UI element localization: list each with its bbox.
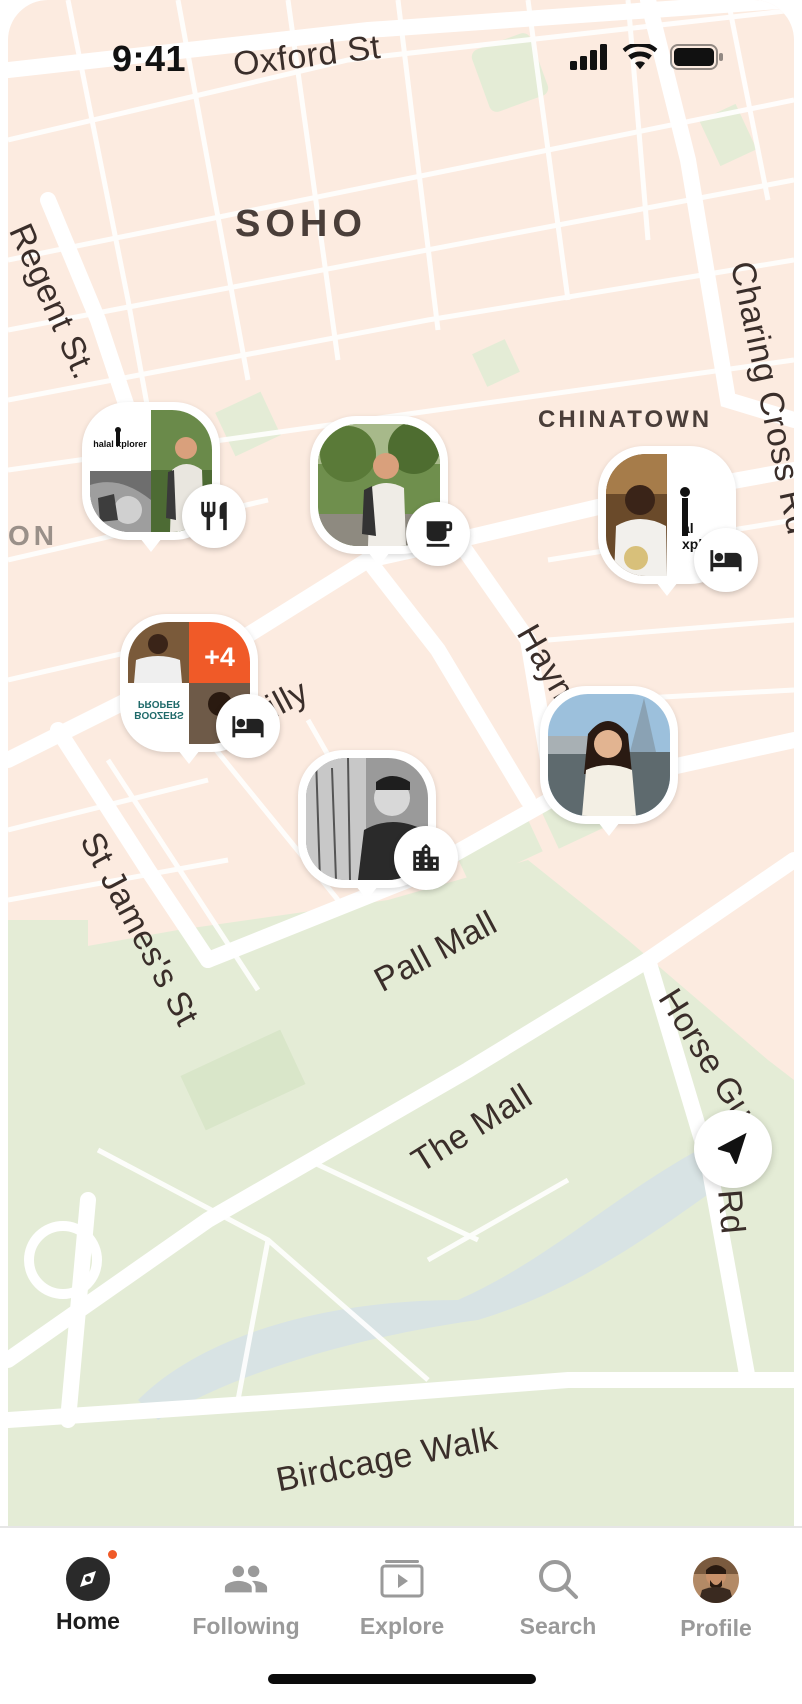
tab-explore[interactable]: Explore	[332, 1556, 472, 1640]
compass-home-icon	[66, 1557, 110, 1601]
wifi-icon	[622, 44, 658, 70]
status-bar: 9:41	[0, 0, 802, 110]
tab-profile-label: Profile	[680, 1615, 752, 1641]
building-icon	[394, 826, 458, 890]
hotel-bed-icon	[694, 528, 758, 592]
app-screen: SOHO CHINATOWN ON Oxford St Regent St. C…	[0, 0, 802, 1704]
home-indicator	[268, 1674, 536, 1684]
tab-following-label: Following	[192, 1613, 300, 1639]
sign-photo-text: BOOZERS PROPER	[134, 698, 184, 720]
status-icons	[570, 44, 724, 70]
small-park	[472, 339, 520, 387]
halal-xplorer-logo: halal xplorer	[93, 439, 147, 449]
tab-following[interactable]: Following	[176, 1556, 316, 1640]
navigation-arrow-icon	[717, 1132, 747, 1164]
tab-search[interactable]: Search	[488, 1556, 628, 1640]
locate-me-button[interactable]	[694, 1110, 772, 1188]
street-horse-guards-rd: Rd	[710, 1188, 752, 1236]
tab-explore-label: Explore	[359, 1613, 445, 1639]
coffee-icon	[406, 502, 470, 566]
tab-search-label: Search	[519, 1613, 597, 1639]
hotel-bed-icon	[216, 694, 280, 758]
more-count-label: +4	[204, 642, 235, 672]
cellular-signal-icon	[570, 44, 607, 70]
notification-dot	[108, 1550, 117, 1559]
restaurant-icon	[182, 484, 246, 548]
video-play-icon	[380, 1560, 424, 1598]
map-view[interactable]: SOHO CHINATOWN ON Oxford St Regent St. C…	[8, 0, 794, 1526]
district-partial: ON	[8, 520, 58, 551]
green-park	[8, 920, 88, 1300]
battery-icon	[670, 44, 723, 70]
district-soho: SOHO	[235, 203, 367, 245]
pin-photo	[548, 694, 670, 816]
home-icon-wrap	[65, 1550, 117, 1602]
search-icon	[539, 1560, 578, 1599]
profile-avatar	[693, 1557, 739, 1603]
tab-home[interactable]: Home	[18, 1550, 158, 1635]
tab-home-label: Home	[56, 1608, 120, 1634]
status-time: 9:41	[112, 38, 187, 79]
tab-profile[interactable]: Profile	[646, 1556, 786, 1642]
district-chinatown: CHINATOWN	[538, 406, 713, 433]
golden-square	[215, 391, 281, 457]
people-icon	[224, 1565, 268, 1593]
